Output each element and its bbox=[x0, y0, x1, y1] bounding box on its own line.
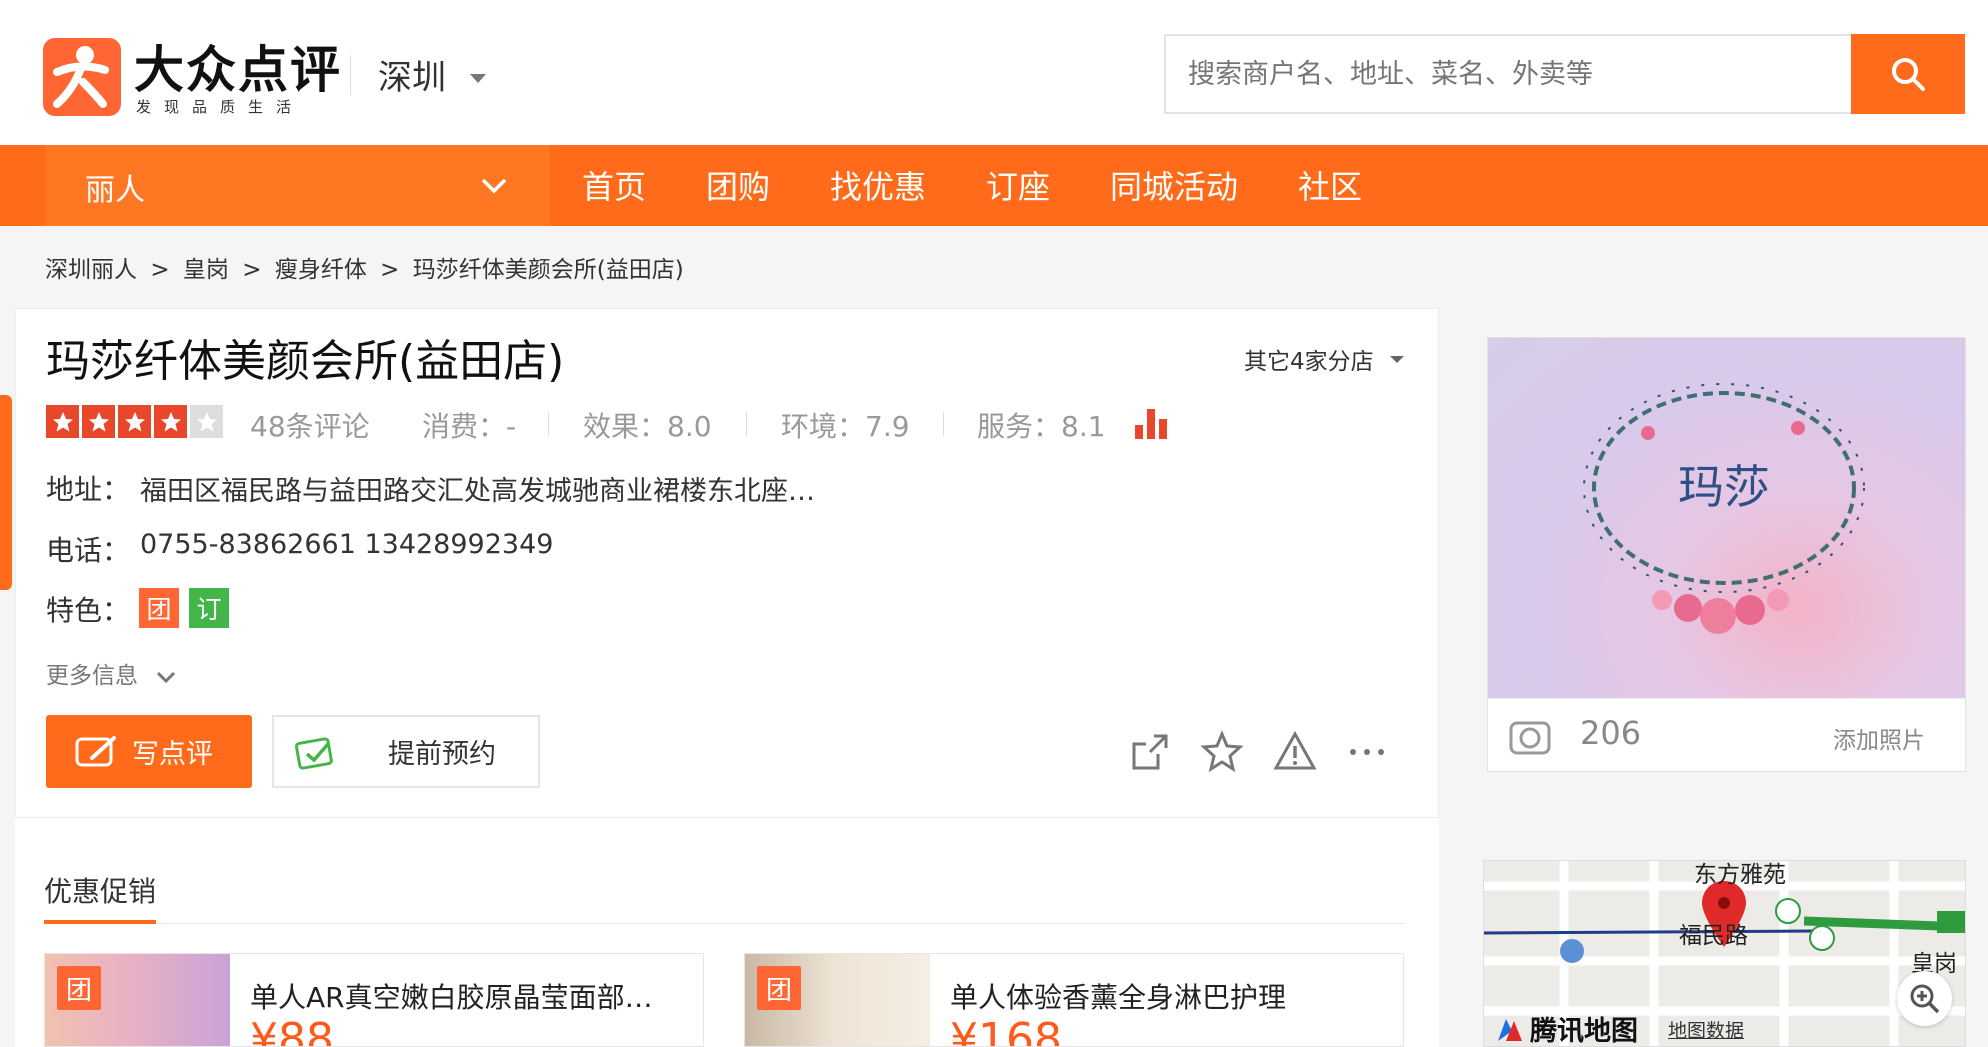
search-icon bbox=[1892, 58, 1925, 91]
caret-down-icon[interactable] bbox=[470, 74, 486, 83]
more-options-icon[interactable] bbox=[1345, 730, 1389, 774]
dianping-logo-icon[interactable] bbox=[43, 38, 121, 116]
star-icon bbox=[82, 405, 115, 438]
shop-logo-image: 玛莎 bbox=[1583, 383, 1865, 634]
features-label: 特色： bbox=[46, 594, 131, 627]
group-buy-badge[interactable]: 团 bbox=[139, 588, 179, 628]
deal-price: ¥168 bbox=[950, 1014, 1062, 1047]
book-ahead-label: 提前预约 bbox=[388, 739, 496, 770]
camera-icon[interactable] bbox=[1508, 717, 1554, 757]
score-chart-icon[interactable] bbox=[1135, 407, 1167, 439]
star-icon bbox=[118, 405, 151, 438]
map-brand-label: 腾讯地图 bbox=[1530, 1016, 1638, 1047]
favorite-star-icon[interactable] bbox=[1200, 730, 1244, 774]
book-ahead-button[interactable]: 提前预约 bbox=[272, 715, 540, 788]
star-icon bbox=[46, 405, 79, 438]
tencent-map-logo-icon bbox=[1498, 1018, 1522, 1041]
deal-card[interactable]: 团 单人体验香薰全身淋巴护理 ¥168 bbox=[744, 953, 1404, 1047]
edit-review-icon bbox=[75, 735, 116, 766]
more-info-toggle[interactable]: 更多信息 bbox=[46, 656, 177, 690]
effect-score: 效果：8.0 bbox=[583, 410, 712, 443]
phone-label: 电话： bbox=[46, 534, 131, 567]
map-data-link[interactable]: 地图数据 bbox=[1668, 1016, 1744, 1043]
header-divider bbox=[350, 55, 351, 95]
deal-image: 团 bbox=[45, 954, 230, 1046]
star-empty-icon bbox=[190, 405, 223, 438]
tencent-map-brand: 腾讯地图 bbox=[1496, 1009, 1638, 1047]
add-photo-link[interactable]: 添加照片 bbox=[1833, 721, 1925, 755]
category-dropdown[interactable]: 丽人 bbox=[45, 145, 550, 226]
breadcrumb-link[interactable]: 皇岗 bbox=[183, 257, 229, 283]
calendar-check-icon bbox=[294, 736, 333, 770]
category-label: 丽人 bbox=[85, 173, 145, 208]
search-input[interactable] bbox=[1164, 34, 1852, 114]
side-float-tab[interactable] bbox=[0, 395, 12, 590]
deal-title: 单人AR真空嫩白胶原晶莹面部… bbox=[250, 981, 653, 1014]
more-info-label: 更多信息 bbox=[46, 663, 138, 689]
nav-community[interactable]: 社区 bbox=[1298, 162, 1362, 208]
address-label: 地址： bbox=[46, 473, 131, 506]
share-icon[interactable] bbox=[1128, 730, 1172, 774]
breadcrumb-separator: > bbox=[242, 257, 262, 283]
shop-photo-card: 玛莎 206 添加照片 bbox=[1487, 337, 1966, 772]
breadcrumb-separator: > bbox=[380, 257, 400, 283]
report-warning-icon[interactable] bbox=[1273, 730, 1317, 774]
deal-image: 团 bbox=[745, 954, 930, 1046]
search-button[interactable] bbox=[1851, 34, 1965, 114]
promotions-title: 优惠促销 bbox=[44, 875, 157, 908]
deal-title: 单人体验香薰全身淋巴护理 bbox=[950, 981, 1287, 1014]
brand-slogan: 发现品质生活 bbox=[136, 98, 305, 116]
write-review-label: 写点评 bbox=[132, 739, 213, 770]
nav-reservation[interactable]: 订座 bbox=[986, 162, 1050, 208]
environment-score: 环境：7.9 bbox=[781, 410, 910, 443]
stat-divider bbox=[943, 412, 944, 436]
write-review-button[interactable]: 写点评 bbox=[46, 715, 252, 788]
breadcrumb-separator: > bbox=[150, 257, 170, 283]
location-map[interactable]: 东方雅苑 福民路 皇岗 腾讯地图 地图数据 bbox=[1483, 860, 1966, 1047]
stat-divider bbox=[548, 412, 549, 436]
divider bbox=[44, 923, 1404, 924]
deal-price: ¥88 bbox=[250, 1014, 334, 1047]
photo-footer: 206 添加照片 bbox=[1488, 698, 1965, 771]
address-value: 福田区福民路与益田路交汇处高发城驰商业裙楼东北座… bbox=[140, 476, 815, 507]
service-score: 服务：8.1 bbox=[977, 410, 1106, 443]
photo-count[interactable]: 206 bbox=[1580, 714, 1641, 752]
nav-home[interactable]: 首页 bbox=[582, 162, 646, 208]
active-tab-indicator bbox=[44, 920, 156, 924]
map-label: 福民路 bbox=[1679, 923, 1748, 949]
nav-group-buy[interactable]: 团购 bbox=[706, 162, 770, 208]
city-selector[interactable]: 深圳 bbox=[378, 50, 446, 99]
shop-photo[interactable]: 玛莎 bbox=[1488, 338, 1965, 698]
stat-divider bbox=[746, 412, 747, 436]
phone-value: 0755-83862661 13428992349 bbox=[140, 529, 554, 560]
chevron-down-icon bbox=[157, 671, 176, 683]
caret-down-icon[interactable] bbox=[1390, 356, 1404, 363]
brand-name[interactable]: 大众点评 bbox=[134, 30, 342, 102]
photo-logo-text: 玛莎 bbox=[1678, 460, 1770, 514]
cost-score: 消费：- bbox=[422, 410, 517, 443]
zoom-in-button[interactable] bbox=[1897, 971, 1952, 1026]
breadcrumb-current: 玛莎纤体美颜会所(益田店) bbox=[412, 257, 684, 283]
chevron-down-icon bbox=[481, 178, 507, 194]
shop-title: 玛莎纤体美颜会所(益田店) bbox=[46, 336, 565, 387]
nav-deals[interactable]: 找优惠 bbox=[830, 162, 926, 208]
breadcrumb: 深圳丽人 > 皇岗 > 瘦身纤体 > 玛莎纤体美颜会所(益田店) bbox=[45, 250, 690, 284]
group-buy-tag: 团 bbox=[757, 966, 801, 1010]
other-branches-link[interactable]: 其它4家分店 bbox=[1244, 342, 1374, 376]
star-icon bbox=[154, 405, 187, 438]
group-buy-tag: 团 bbox=[57, 966, 101, 1010]
star-rating bbox=[46, 405, 223, 438]
map-label: 东方雅苑 bbox=[1694, 862, 1786, 888]
review-count[interactable]: 48条评论 bbox=[250, 405, 370, 445]
breadcrumb-link[interactable]: 深圳丽人 bbox=[45, 257, 137, 283]
breadcrumb-link[interactable]: 瘦身纤体 bbox=[275, 257, 367, 283]
nav-city-events[interactable]: 同城活动 bbox=[1110, 162, 1238, 208]
reservation-badge[interactable]: 订 bbox=[189, 588, 229, 628]
zoom-in-icon bbox=[1910, 984, 1939, 1013]
deal-card[interactable]: 团 单人AR真空嫩白胶原晶莹面部… ¥88 bbox=[44, 953, 704, 1047]
